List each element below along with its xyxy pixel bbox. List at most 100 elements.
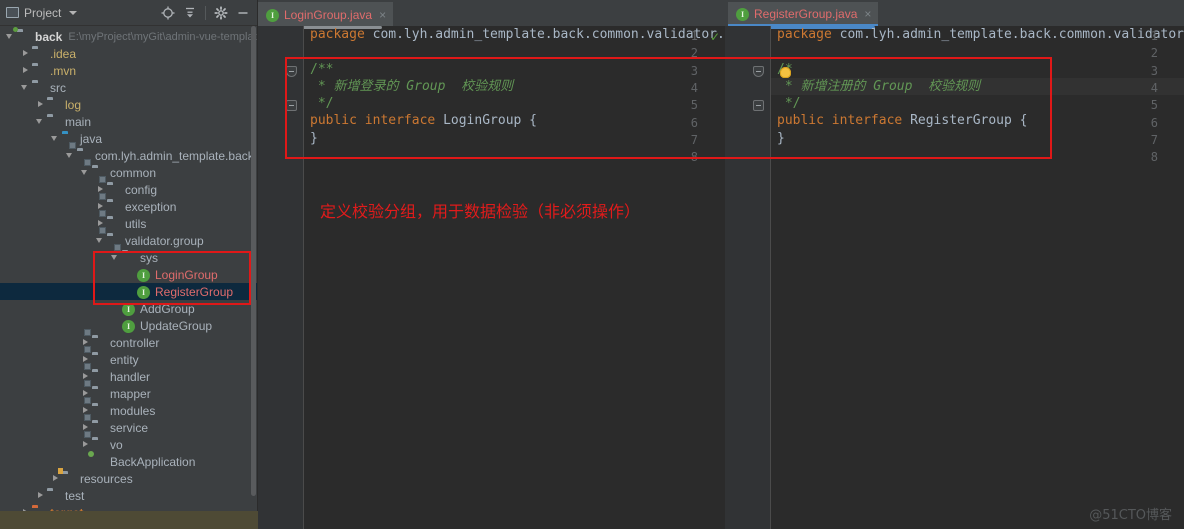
tree-node-logingroup[interactable]: I LoginGroup <box>0 266 257 283</box>
tree-node-label: entity <box>110 352 139 367</box>
code-fold-bottom-icon[interactable] <box>286 100 297 112</box>
project-panel-status-strip <box>0 511 258 529</box>
code-line[interactable]: */ <box>771 95 1184 112</box>
line-number: 8 <box>1150 150 1158 165</box>
tree-node-log[interactable]: log <box>0 96 257 113</box>
close-icon[interactable]: × <box>864 7 871 21</box>
project-view-icon <box>6 7 19 18</box>
tree-node--idea[interactable]: .idea <box>0 45 257 62</box>
editor-tab-logingroup[interactable]: I LoginGroup.java × <box>258 2 394 26</box>
code-line[interactable]: /* <box>771 61 1184 78</box>
tree-toggle-down-icon[interactable] <box>111 253 120 262</box>
code-token: interface <box>364 113 444 129</box>
code-line[interactable] <box>304 43 724 60</box>
code-fold-top-icon[interactable] <box>286 65 297 77</box>
editor-tab-label: LoginGroup.java <box>284 8 373 22</box>
tree-toggle-down-icon[interactable] <box>96 236 105 245</box>
code-line[interactable]: package com.lyh.admin_template.back.comm… <box>771 26 1184 43</box>
intention-bulb-icon[interactable] <box>780 66 791 78</box>
tree-node-updategroup[interactable]: I UpdateGroup <box>0 317 257 334</box>
tree-node-sys[interactable]: sys <box>0 249 257 266</box>
tree-toggle-right-icon[interactable] <box>81 440 90 449</box>
code-line[interactable]: } <box>304 130 724 147</box>
tree-node-config[interactable]: config <box>0 181 257 198</box>
tree-node-label: src <box>50 80 66 95</box>
tree-node-label: exception <box>125 199 177 214</box>
tree-node-entity[interactable]: entity <box>0 351 257 368</box>
tree-node-exception[interactable]: exception <box>0 198 257 215</box>
tree-toggle-down-icon[interactable] <box>21 83 30 92</box>
tree-node-test[interactable]: test <box>0 487 257 504</box>
tree-node-backapplication[interactable]: BackApplication <box>0 453 257 470</box>
tree-node-label: LoginGroup <box>155 267 218 282</box>
tree-node-back[interactable]: back E:\myProject\myGit\admin-vue-templat… <box>0 28 257 45</box>
tree-toggle-right-icon[interactable] <box>36 100 45 109</box>
scrollbar-thumb[interactable] <box>251 26 256 496</box>
code-token: public <box>310 113 365 129</box>
tree-node-icon: I <box>137 268 151 282</box>
code-fold-top-icon[interactable] <box>753 65 764 77</box>
code-right[interactable]: package com.lyh.admin_template.back.comm… <box>771 26 1184 529</box>
tree-node-resources[interactable]: resources <box>0 470 257 487</box>
tree-node-handler[interactable]: handler <box>0 368 257 385</box>
tree-node-main[interactable]: main <box>0 113 257 130</box>
code-line[interactable] <box>771 147 1184 164</box>
code-token: interface <box>831 113 911 129</box>
code-line[interactable]: public interface LoginGroup { <box>304 112 724 129</box>
tree-toggle-down-icon[interactable] <box>6 32 15 41</box>
code-line[interactable]: * 新增登录的 Group 校验规则 <box>304 78 724 95</box>
tree-node-vo[interactable]: vo <box>0 436 257 453</box>
project-tree-scrollbar[interactable] <box>250 26 257 529</box>
tree-node-java[interactable]: java <box>0 130 257 147</box>
tree-node-service[interactable]: service <box>0 419 257 436</box>
locate-in-tree-icon[interactable] <box>158 3 178 23</box>
tree-node-src[interactable]: src <box>0 79 257 96</box>
code-line[interactable]: package com.lyh.admin_template.back.comm… <box>304 26 724 43</box>
tree-node-controller[interactable]: controller <box>0 334 257 351</box>
tree-toggle-down-icon[interactable] <box>81 168 90 177</box>
code-line[interactable]: /** <box>304 61 724 78</box>
code-line[interactable]: public interface RegisterGroup { <box>771 112 1184 129</box>
code-token: package <box>310 27 373 42</box>
code-token: public <box>777 113 832 129</box>
minimize-icon[interactable] <box>233 3 253 23</box>
editor-pane-right[interactable]: package com.lyh.admin_template.back.comm… <box>725 26 1184 529</box>
code-line[interactable] <box>771 43 1184 60</box>
tree-toggle-down-icon[interactable] <box>66 151 75 160</box>
project-tree[interactable]: back E:\myProject\myGit\admin-vue-templat… <box>0 26 257 529</box>
inspection-ok-icon[interactable]: ✓ <box>710 30 720 44</box>
code-line[interactable]: */ <box>304 95 724 112</box>
tree-node-com-lyh-admin-template-back[interactable]: com.lyh.admin_template.back <box>0 147 257 164</box>
line-number: 7 <box>1150 132 1158 147</box>
interface-icon: I <box>137 286 150 299</box>
editor-pane-left[interactable]: package com.lyh.admin_template.back.comm… <box>258 26 725 529</box>
tree-toggle-right-icon[interactable] <box>21 49 30 58</box>
tree-node-registergroup[interactable]: I RegisterGroup <box>0 283 257 300</box>
project-panel-title[interactable]: Project <box>6 6 78 20</box>
tree-node-addgroup[interactable]: I AddGroup <box>0 300 257 317</box>
tree-node-modules[interactable]: modules <box>0 402 257 419</box>
tree-node-mapper[interactable]: mapper <box>0 385 257 402</box>
chevron-down-icon[interactable] <box>69 10 78 15</box>
code-line[interactable]: } <box>771 130 1184 147</box>
code-left[interactable]: package com.lyh.admin_template.back.comm… <box>304 26 724 529</box>
tree-node-validator-group[interactable]: validator.group <box>0 232 257 249</box>
editor-tab-registergroup[interactable]: I RegisterGroup.java × <box>728 2 879 26</box>
tree-toggle-down-icon[interactable] <box>51 134 60 143</box>
tree-node-utils[interactable]: utils <box>0 215 257 232</box>
tree-node-icon <box>107 183 121 196</box>
code-token: { <box>529 113 537 129</box>
code-fold-bottom-icon[interactable] <box>753 100 764 112</box>
code-line[interactable] <box>304 147 724 164</box>
collapse-all-icon[interactable] <box>180 3 200 23</box>
code-line[interactable]: * 新增注册的 Group 校验规则 <box>771 77 1184 96</box>
tree-node--mvn[interactable]: .mvn <box>0 62 257 79</box>
line-number: 1 <box>690 29 698 43</box>
gear-icon[interactable] <box>211 3 231 23</box>
tree-toggle-down-icon[interactable] <box>36 117 45 126</box>
tree-toggle-right-icon[interactable] <box>21 66 30 75</box>
tree-toggle-right-icon[interactable] <box>51 474 60 483</box>
tree-toggle-right-icon[interactable] <box>36 491 45 500</box>
close-icon[interactable]: × <box>379 8 386 22</box>
tree-node-common[interactable]: common <box>0 164 257 181</box>
